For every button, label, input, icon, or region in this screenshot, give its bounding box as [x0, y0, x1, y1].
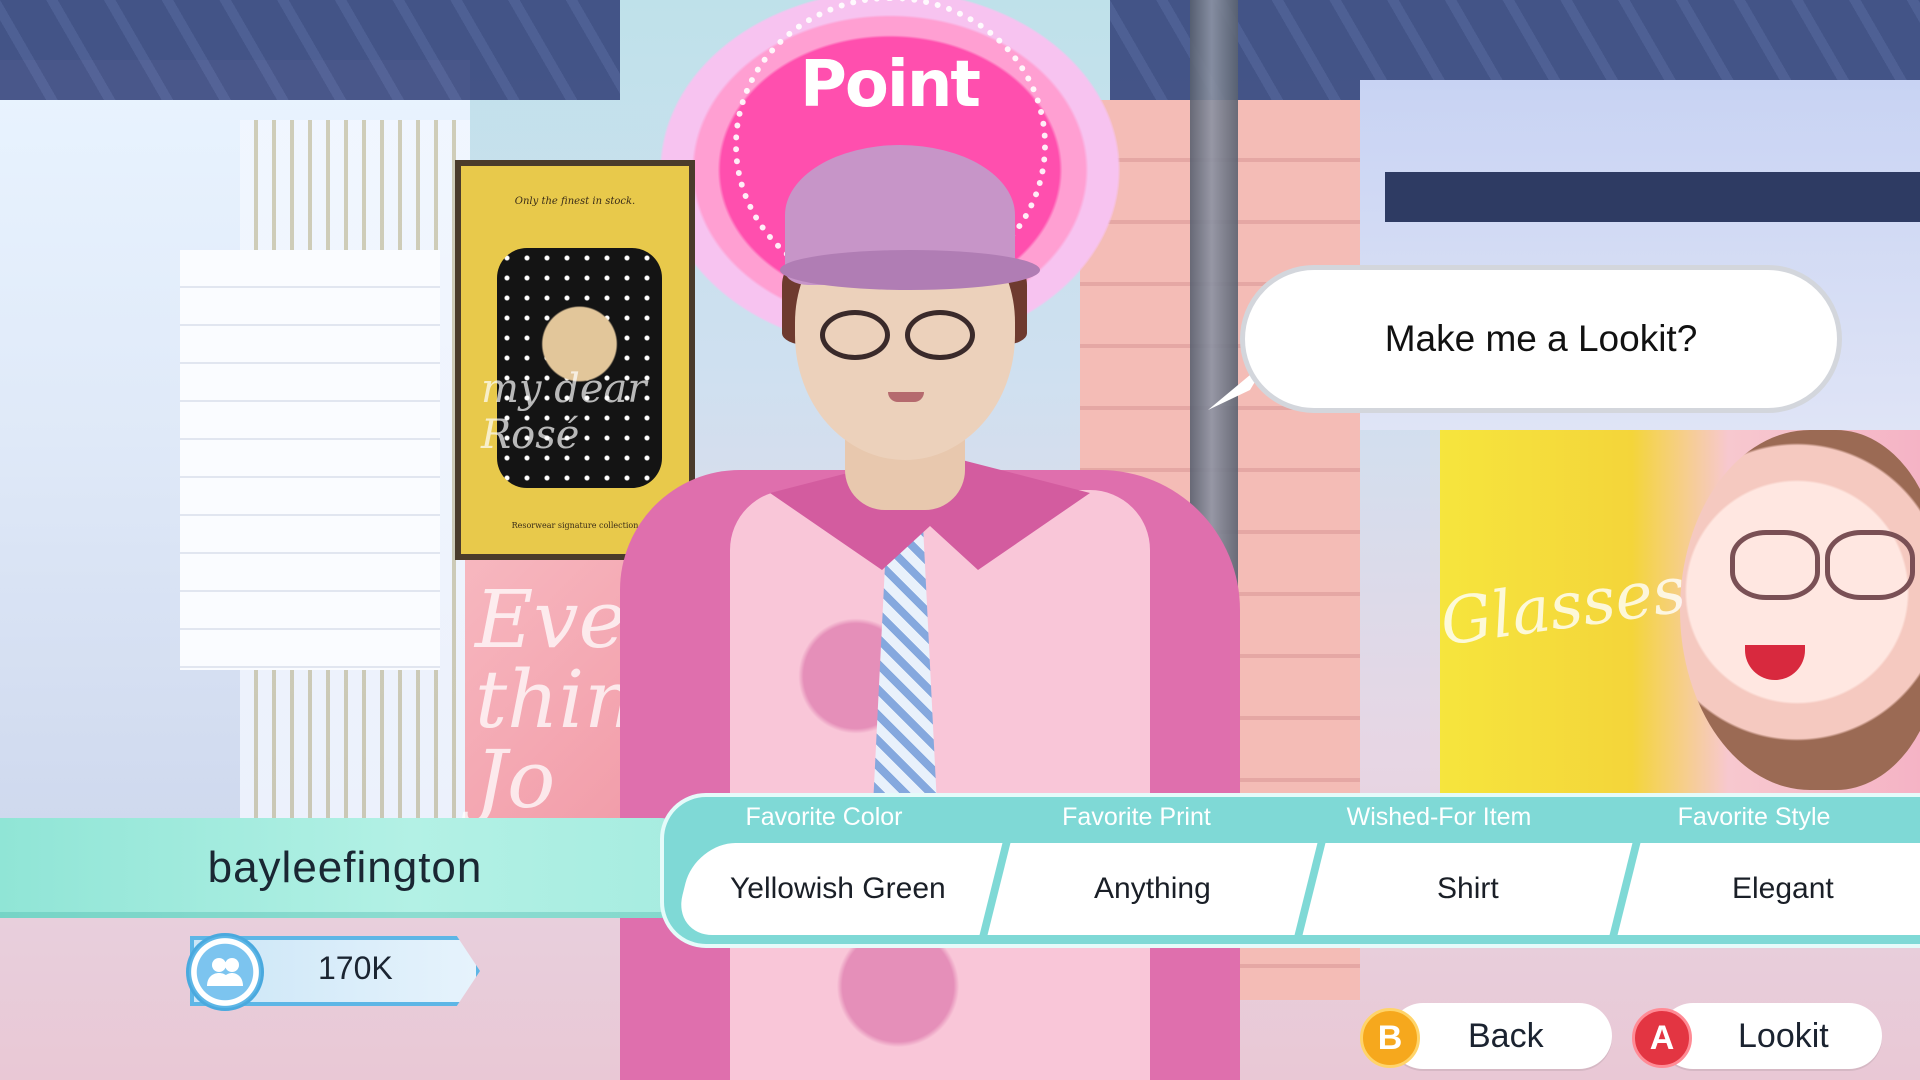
preferences-values: Yellowish Green Anything Shirt Elegant — [672, 843, 1920, 935]
back-button-label: Back — [1468, 1016, 1544, 1055]
pref-value-style-cell: Elegant — [1617, 843, 1920, 935]
follower-count: 170K — [318, 950, 393, 986]
left-building — [0, 60, 470, 820]
preferences-labels: Favorite Color Favorite Print Wished-For… — [664, 803, 1920, 839]
speech-bubble: Make me a Lookit? — [1240, 265, 1842, 413]
lookit-button-label: Lookit — [1738, 1016, 1829, 1055]
character-glasses-right — [905, 310, 975, 360]
pref-label-style: Favorite Style — [1677, 803, 1831, 831]
people-icon — [207, 958, 243, 986]
pref-value-style: Elegant — [1731, 872, 1834, 905]
point-sign-text: Point — [800, 48, 981, 122]
character-glasses-left — [820, 310, 890, 360]
lookit-button[interactable]: Lookit — [1660, 1003, 1882, 1069]
ad-model-face — [1680, 430, 1920, 790]
character-mouth — [888, 392, 924, 402]
glasses-ad-text: Glasses — [1436, 553, 1691, 661]
pref-label-item: Wished-For Item — [1346, 803, 1532, 831]
glasses-ad: Glasses — [1436, 430, 1920, 810]
pref-value-print-cell: Anything — [987, 843, 1318, 935]
pref-label-print: Favorite Print — [1062, 803, 1211, 831]
pref-value-print: Anything — [1094, 872, 1211, 905]
dialog-text: Make me a Lookit? — [1384, 318, 1698, 359]
pref-value-item-cell: Shirt — [1302, 843, 1633, 935]
pref-value-color: Yellowish Green — [729, 872, 946, 905]
a-button-icon[interactable]: A — [1632, 1008, 1692, 1068]
ad-glasses-lens-left — [1730, 530, 1820, 600]
preferences-panel: Favorite Color Favorite Print Wished-For… — [660, 793, 1920, 948]
ad-glasses-lens-right — [1825, 530, 1915, 600]
customer-name-plate: bayleefington — [0, 818, 690, 918]
character-cap-brim — [780, 250, 1040, 290]
pref-value-color-cell: Yellowish Green — [672, 843, 1003, 935]
customer-name: bayleefington — [207, 843, 483, 892]
building-block — [180, 250, 440, 670]
awning — [1385, 172, 1920, 222]
pref-value-item: Shirt — [1436, 872, 1499, 905]
character-vest — [730, 490, 1150, 1080]
followers-icon — [186, 933, 264, 1011]
pref-label-color: Favorite Color — [745, 803, 903, 831]
steel-girder-left — [0, 0, 620, 100]
b-button-icon[interactable]: B — [1360, 1008, 1420, 1068]
back-button[interactable]: Back — [1390, 1003, 1612, 1069]
